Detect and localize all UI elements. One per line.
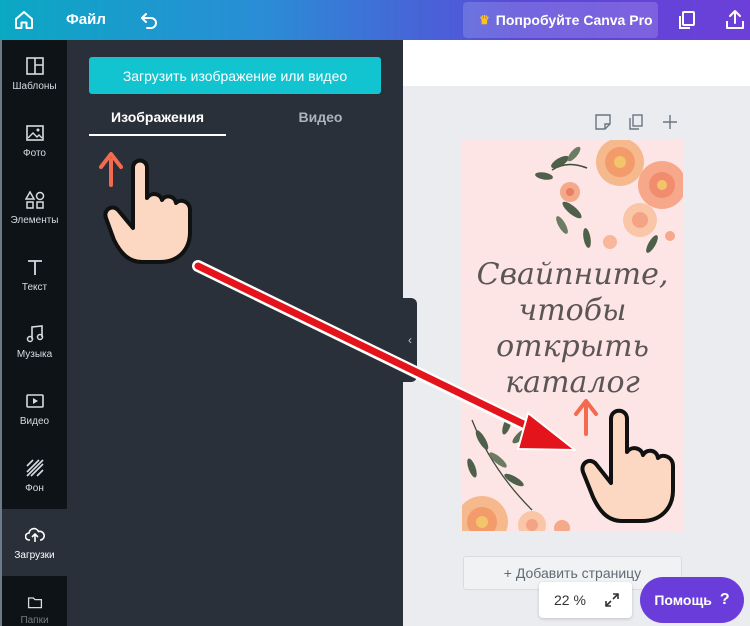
rail-item-video[interactable]: Видео: [2, 375, 67, 442]
rail-label: Видео: [19, 415, 50, 427]
try-canva-pro-label: Попробуйте Canva Pro: [495, 12, 653, 28]
duplicate-icon[interactable]: [676, 9, 698, 31]
file-menu[interactable]: Файл: [66, 11, 106, 28]
rail-label: Шаблоны: [12, 80, 57, 92]
home-icon[interactable]: [12, 8, 36, 32]
help-label: Помощь: [654, 592, 712, 608]
zoom-level: 22 %: [554, 592, 586, 608]
floral-decoration-top: [535, 140, 683, 253]
rail-item-photo[interactable]: Фото: [2, 107, 67, 174]
fullscreen-icon[interactable]: [604, 592, 620, 608]
text-icon: [27, 259, 42, 275]
templates-icon: [25, 56, 44, 75]
design-text-line: открыть: [496, 329, 649, 364]
question-icon: ?: [719, 591, 730, 608]
folder-icon: [27, 597, 42, 609]
try-canva-pro-button[interactable]: ♛ Попробуйте Canva Pro: [463, 2, 658, 38]
rail-item-music[interactable]: Музыка: [2, 308, 67, 375]
rail-label: Текст: [21, 281, 48, 293]
rail-label: Элементы: [10, 214, 59, 226]
help-button[interactable]: Помощь ?: [640, 577, 744, 623]
rail-item-text[interactable]: Текст: [2, 241, 67, 308]
background-icon: [25, 458, 44, 477]
rail-label: Загрузки: [14, 549, 55, 561]
active-tab-underline: [89, 134, 226, 136]
elements-icon: [24, 189, 44, 209]
tab-video[interactable]: Видео: [267, 109, 374, 125]
upload-cloud-icon: [24, 527, 45, 542]
undo-icon[interactable]: [138, 9, 160, 31]
editor-toolbar-strip: [403, 40, 750, 86]
share-upload-icon[interactable]: [723, 8, 747, 32]
rail-item-uploads[interactable]: Загрузки: [2, 509, 67, 576]
rail-label: Музыка: [16, 348, 53, 360]
rail-item-templates[interactable]: Шаблоны: [2, 40, 67, 107]
music-icon: [26, 324, 43, 342]
rail-item-folders[interactable]: Папки: [2, 580, 67, 626]
uploads-panel: Загрузить изображение или видео Изображе…: [67, 40, 403, 626]
design-page[interactable]: Свайпните, чтобы открыть каталог: [462, 140, 683, 531]
chevron-left-icon: ‹: [408, 333, 412, 347]
top-bar: Файл ♛ Попробуйте Canva Pro: [0, 0, 750, 40]
zoom-control[interactable]: 22 %: [539, 582, 632, 618]
photo-icon: [25, 124, 44, 141]
rail-label: Фон: [25, 482, 44, 494]
floral-decoration-bottom: [462, 415, 570, 531]
design-text-line: чтобы: [518, 293, 627, 328]
rail-item-elements[interactable]: Элементы: [2, 174, 67, 241]
add-page-plus-icon[interactable]: [661, 113, 679, 131]
rail-label: Папки: [20, 615, 49, 626]
upload-media-button[interactable]: Загрузить изображение или видео: [89, 57, 381, 94]
design-headline[interactable]: Свайпните, чтобы открыть каталог: [462, 257, 683, 401]
design-text-line: каталог: [505, 365, 640, 400]
video-icon: [25, 393, 44, 408]
crown-icon: ♛: [479, 13, 490, 27]
collapse-panel-button[interactable]: ‹: [403, 298, 417, 382]
left-nav-rail: Шаблоны Фото Элементы Текст Музыка Видео…: [0, 40, 67, 626]
note-icon[interactable]: [594, 113, 612, 131]
tab-images[interactable]: Изображения: [89, 109, 226, 125]
duplicate-page-icon[interactable]: [627, 113, 645, 131]
rail-label: Фото: [23, 147, 46, 159]
rail-item-background[interactable]: Фон: [2, 442, 67, 509]
design-text-line: Свайпните,: [476, 257, 669, 292]
